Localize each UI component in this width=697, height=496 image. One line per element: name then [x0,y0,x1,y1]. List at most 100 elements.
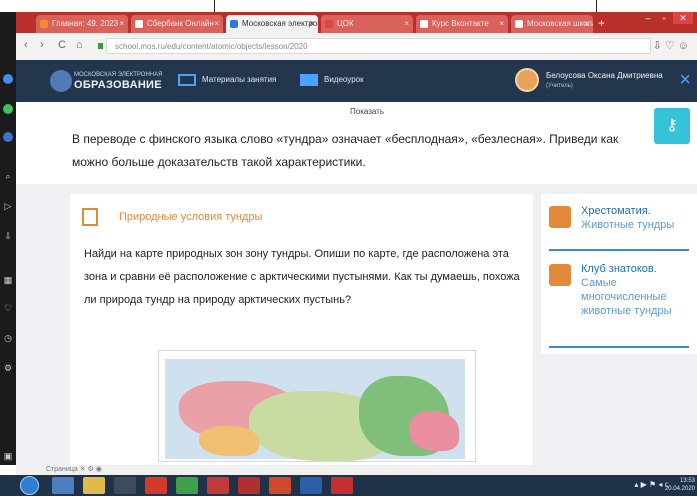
flag-app[interactable] [207,477,229,494]
tab-2[interactable]: Московская электронная × [226,15,318,33]
system-tray[interactable]: ▴ ▶ ⚑ ◂ ⅽ [634,480,669,489]
tab-bar: Главная: 49. 2023 × Сбербанк Онлайн × Мо… [16,12,697,33]
download-icon[interactable]: ⇩ ♡ ☺ [653,39,689,52]
key-icon[interactable]: ⚷ [654,108,690,144]
user-info[interactable]: Белоусова Оксана Дмитриевна (Учитель) [546,71,663,91]
book-icon [82,208,98,226]
close-icon[interactable]: × [214,15,219,33]
tab-label: ЦОК [337,19,354,28]
window-controls: – ▫ ✕ [641,12,693,28]
clock[interactable]: 13:53 20.04.2020 [665,477,695,493]
tab-favicon [230,20,238,28]
tab-favicon [515,20,523,28]
club-title: Клуб знатоков. [581,263,657,275]
clock-date: 20.04.2020 [664,486,695,492]
map-zone [409,411,459,451]
download-icon[interactable]: ⇩ [2,230,14,242]
tab-3[interactable]: ЦОК × [321,15,413,33]
tab-label: Московская школа [527,19,593,28]
clock-time: 13:53 [679,478,695,484]
tab-favicon [325,20,333,28]
user-role: (Учитель) [546,83,573,89]
play-icon [300,74,318,86]
logo-subtitle: МОСКОВСКАЯ ЭЛЕКТРОННАЯ [74,72,163,78]
settings-icon[interactable]: ⚙ [2,362,14,374]
tab-5[interactable]: Московская школа × [511,15,593,33]
grid-icon[interactable]: ▦ [2,274,14,286]
ppt-app[interactable] [269,477,291,494]
acrobat-app[interactable] [331,477,353,494]
avatar[interactable] [515,68,539,92]
materials-link[interactable]: Материалы занятия [178,74,276,86]
close-icon[interactable]: × [404,15,409,33]
tab-label: Курс Вконтакте [432,19,489,28]
header-close-button[interactable]: × [679,66,691,94]
tab-1[interactable]: Сбербанк Онлайн × [131,15,223,33]
url-input[interactable]: school.mos.ru/edu/content/atomic/objects… [106,38,651,54]
natural-zones-map[interactable] [158,350,476,462]
explorer-app[interactable] [52,477,74,494]
tab-label: Сбербанк Онлайн [147,19,214,28]
tab-label: Московская электронная [242,19,318,28]
card-title: Природные условия тундры [119,211,263,223]
tab-0[interactable]: Главная: 49. 2023 × [36,15,128,33]
materials-label: Материалы занятия [202,75,277,85]
opera-app[interactable] [145,477,167,494]
pdf-app[interactable] [238,477,260,494]
back-button[interactable]: ‹ [24,39,28,51]
search-icon[interactable]: ⌕ [2,170,14,182]
map-zone [199,426,259,456]
close-icon[interactable]: × [584,15,589,33]
reader-title: Хрестоматия. [581,205,651,217]
minimize-button[interactable]: – [641,12,655,24]
close-icon[interactable]: × [119,15,124,33]
tab-favicon [420,20,428,28]
tab-favicon [40,20,48,28]
user-name: Белоусова Оксана Дмитриевна [546,71,663,80]
tab-4[interactable]: Курс Вконтакте × [416,15,508,33]
screen: ⌕ ▷ ⇩ ▦ ♡ ◷ ⚙ ▣ Главная: 49. 2023 × Сбер… [0,0,697,496]
media-app[interactable] [114,477,136,494]
clock-icon[interactable]: ◷ [2,332,14,344]
taskbar: ▴ ▶ ⚑ ◂ ⅽ 13:53 20.04.2020 [0,475,697,496]
divider [549,346,689,348]
word-app[interactable] [300,477,322,494]
video-label: Видеоурок [324,75,364,85]
whatsapp-icon[interactable] [3,104,13,114]
maximize-button[interactable]: ▫ [657,12,671,24]
tab-label: Главная: 49. 2023 [52,19,119,28]
video-link[interactable]: Видеоурок [300,74,364,86]
divider [596,0,597,12]
panel-toggle-icon[interactable]: ▣ [2,450,14,462]
main-content: Показать В переводе с финского языка сло… [16,102,697,465]
forward-button[interactable]: › [40,39,44,51]
history-icon[interactable]: ▷ [2,200,14,212]
reader-icon [549,206,571,228]
club-icon [549,264,571,286]
divider [214,0,215,12]
logo-title[interactable]: ОБРАЗОВАНИЕ [74,79,162,91]
messenger-icon[interactable] [3,74,13,84]
reload-button[interactable]: C [58,39,66,51]
show-button[interactable]: Показать [350,107,384,116]
browser-sidebar: ⌕ ▷ ⇩ ▦ ♡ ◷ ⚙ ▣ [0,12,16,465]
top-strip [0,0,697,12]
new-tab-button[interactable]: + [598,15,605,31]
task-panel: Показать В переводе с финского языка сло… [16,102,697,184]
address-bar: ‹ › C ⌂ school.mos.ru/edu/content/atomic… [16,33,697,61]
heart-icon[interactable]: ♡ [2,302,14,314]
chrome-app[interactable] [176,477,198,494]
tab-favicon [135,20,143,28]
close-icon[interactable]: × [499,15,504,33]
vk-icon[interactable] [3,132,13,142]
home-button[interactable]: ⌂ [76,39,83,51]
task-text: В переводе с финского языка слово «тундр… [72,132,619,169]
reader-subtitle: Животные тундры [581,219,675,231]
book-icon [178,74,196,86]
start-button[interactable] [20,476,39,495]
lesson-card: Природные условия тундры Найди на карте … [70,194,533,465]
window-close-button[interactable]: ✕ [673,12,693,24]
close-icon[interactable]: × [309,15,314,33]
folder-app[interactable] [83,477,105,494]
divider [549,249,689,251]
